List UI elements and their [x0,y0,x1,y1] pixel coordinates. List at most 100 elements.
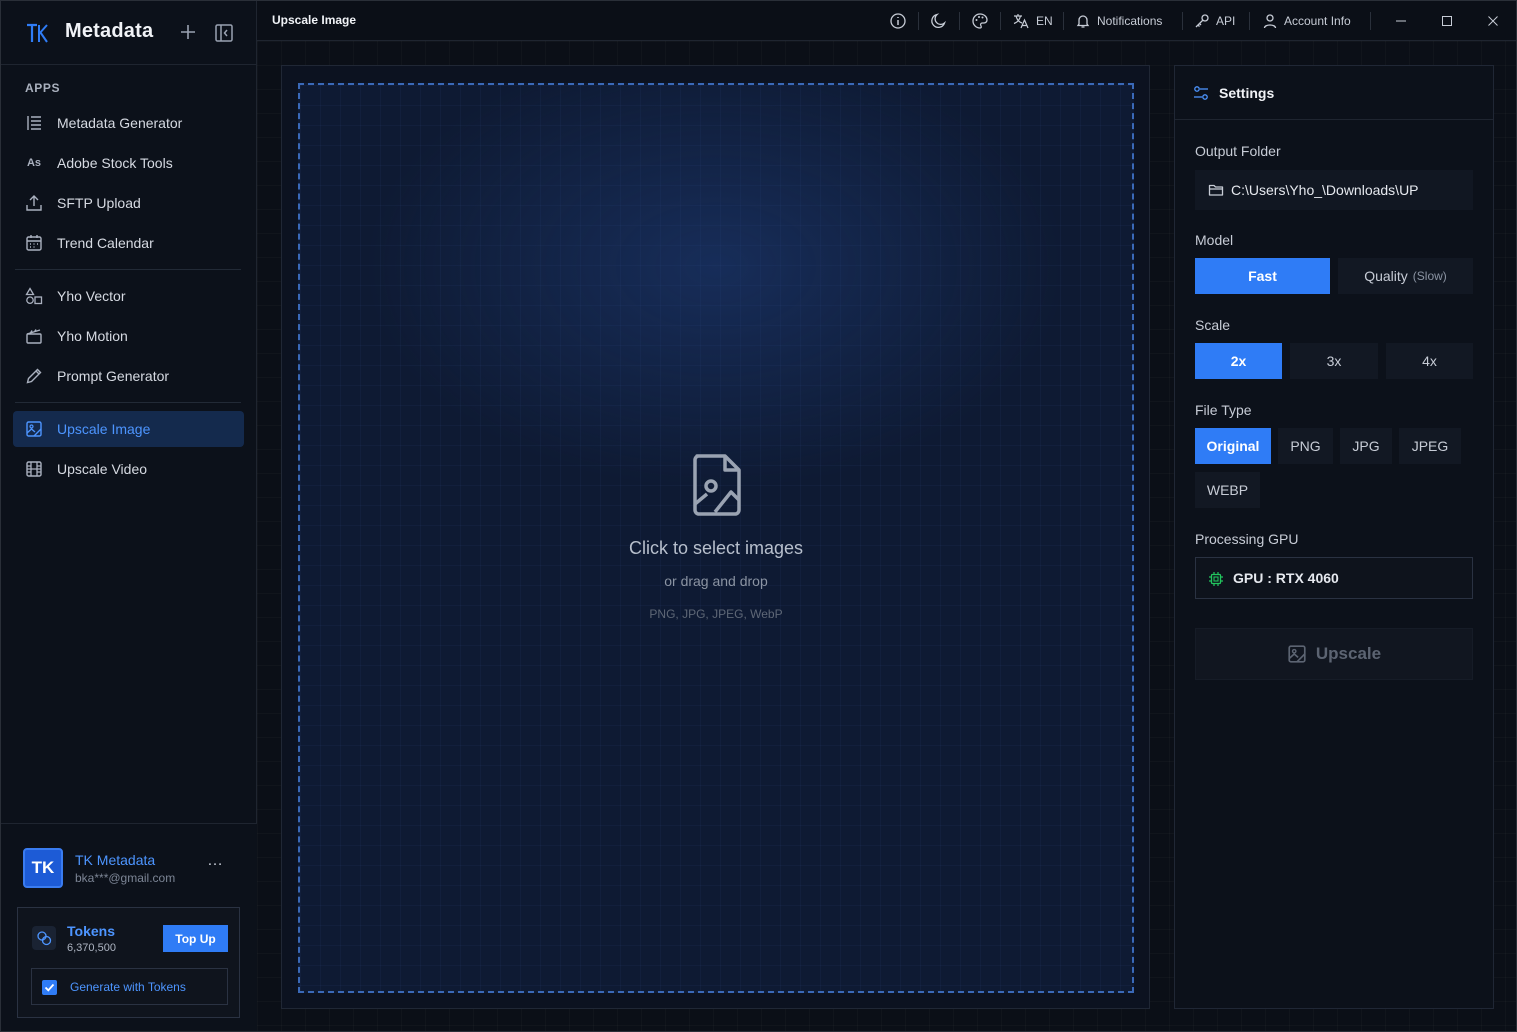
file-type-jpeg-button[interactable]: JPEG [1399,428,1461,464]
clapperboard-icon [25,327,43,345]
gpu-value: GPU : RTX 4060 [1233,570,1339,586]
tokens-panel: Tokens 6,370,500 Top Up Generate with To… [17,907,240,1018]
image-upscale-icon [1288,645,1306,663]
sidebar-item-label: Upscale Video [57,461,148,477]
user-icon [1263,14,1277,29]
image-file-icon [693,454,741,516]
sidebar-item-label: Upscale Image [57,421,151,437]
upscale-button[interactable]: Upscale [1195,628,1473,680]
sidebar-item-yho-motion[interactable]: Yho Motion [13,318,244,354]
scale-3x-button[interactable]: 3x [1290,343,1378,379]
scale-4x-button[interactable]: 4x [1386,343,1473,379]
toolbar-divider [1249,12,1250,30]
sidebar-item-adobe-stock-tools[interactable]: As Adobe Stock Tools [13,145,244,181]
generate-with-tokens-label: Generate with Tokens [70,980,186,994]
minimize-icon [1396,20,1406,22]
moon-icon [931,13,946,28]
generate-with-tokens-toggle[interactable]: Generate with Tokens [31,968,228,1005]
app-window: Metadata APPS Metadata Generator As Adob… [0,0,1517,1032]
coins-icon [32,926,56,950]
calendar-icon [25,234,43,252]
file-type-png-button[interactable]: PNG [1278,428,1333,464]
account-info-button[interactable]: Account Info [1262,11,1351,31]
language-button[interactable]: EN [1012,11,1053,31]
toolbar-divider [918,12,919,30]
chip-icon [1209,572,1223,586]
model-fast-button[interactable]: Fast [1195,258,1330,294]
drop-zone-file-types: PNG, JPG, JPEG, WebP [649,607,783,621]
list-icon [25,114,43,132]
model-option-note: (Slow) [1412,269,1447,283]
key-icon [1195,14,1209,28]
close-button[interactable] [1487,11,1499,31]
scale-label: Scale [1195,317,1231,333]
model-option-label: Quality [1364,268,1408,284]
file-type-jpg-button[interactable]: JPG [1340,428,1392,464]
sidebar-item-upscale-image[interactable]: Upscale Image [13,411,244,447]
tokens-count: 6,370,500 [67,942,116,954]
file-type-webp-button[interactable]: WEBP [1195,472,1260,508]
sidebar-item-upscale-video[interactable]: Upscale Video [13,451,244,487]
theme-toggle-button[interactable] [930,11,948,31]
sidebar-item-label: Trend Calendar [57,235,154,251]
sidebar-item-metadata-generator[interactable]: Metadata Generator [13,105,244,141]
model-label: Model [1195,232,1234,248]
close-icon [1488,16,1498,26]
maximize-button[interactable] [1441,11,1453,31]
top-bar: Upscale Image EN Notifications API Accou… [257,1,1516,41]
file-type-label: File Type [1195,402,1252,418]
main-content: Click to select images or drag and drop … [257,41,1516,1031]
api-button[interactable]: API [1194,11,1235,31]
sidebar-item-sftp-upload[interactable]: SFTP Upload [13,185,244,221]
avatar[interactable]: TK [23,848,63,888]
sidebar-item-trend-calendar[interactable]: Trend Calendar [13,225,244,261]
sidebar-divider [15,402,241,403]
toolbar-divider [1063,12,1064,30]
user-name: TK Metadata [75,852,156,868]
account-info-label: Account Info [1284,14,1351,28]
sidebar-collapse-icon[interactable] [214,23,234,43]
sidebar-item-yho-vector[interactable]: Yho Vector [13,278,244,314]
language-label: EN [1036,14,1053,28]
model-quality-button[interactable]: Quality (Slow) [1338,258,1473,294]
top-up-button[interactable]: Top Up [163,925,228,952]
checkbox-checked-icon[interactable] [42,980,57,995]
sidebar-item-label: Adobe Stock Tools [57,155,173,171]
info-button[interactable] [889,11,907,31]
settings-panel: Settings Output Folder C:\Users\Yho_\Dow… [1174,65,1494,1009]
sidebar: Metadata APPS Metadata Generator As Adob… [1,1,257,1031]
gpu-select[interactable]: GPU : RTX 4060 [1195,557,1473,599]
toolbar-divider [1370,12,1371,30]
file-type-original-button[interactable]: Original [1195,428,1271,464]
tokens-title: Tokens [67,923,115,939]
notifications-button[interactable]: Notifications [1075,11,1162,31]
translate-icon [1013,14,1029,29]
app-name: Metadata [65,20,154,42]
scale-2x-button[interactable]: 2x [1195,343,1282,379]
sidebar-divider [15,269,241,270]
more-options-icon[interactable]: … [207,853,225,874]
processing-gpu-label: Processing GPU [1195,531,1299,547]
user-email: bka***@gmail.com [75,871,176,885]
image-upscale-icon [25,420,43,438]
folder-icon [1208,184,1224,196]
plus-icon[interactable] [179,23,197,41]
output-folder-field[interactable]: C:\Users\Yho_\Downloads\UP [1195,170,1473,210]
model-option-label: Fast [1248,268,1277,284]
sidebar-item-label: Yho Motion [57,328,128,344]
minimize-button[interactable] [1395,11,1407,31]
user-card: TK TK Metadata bka***@gmail.com … Tokens… [1,823,257,1031]
film-icon [25,460,43,478]
brand-header: Metadata [1,1,257,65]
maximize-icon [1442,16,1452,26]
bell-icon [1076,15,1090,28]
drop-panel: Click to select images or drag and drop … [281,65,1150,1009]
upload-icon [25,194,43,212]
pencil-icon [25,367,43,385]
image-drop-zone[interactable]: Click to select images or drag and drop … [298,83,1134,993]
sidebar-item-prompt-generator[interactable]: Prompt Generator [13,358,244,394]
output-folder-value: C:\Users\Yho_\Downloads\UP [1231,182,1419,198]
palette-button[interactable] [971,11,989,31]
toolbar-divider [1000,12,1001,30]
toolbar-divider [1182,12,1183,30]
